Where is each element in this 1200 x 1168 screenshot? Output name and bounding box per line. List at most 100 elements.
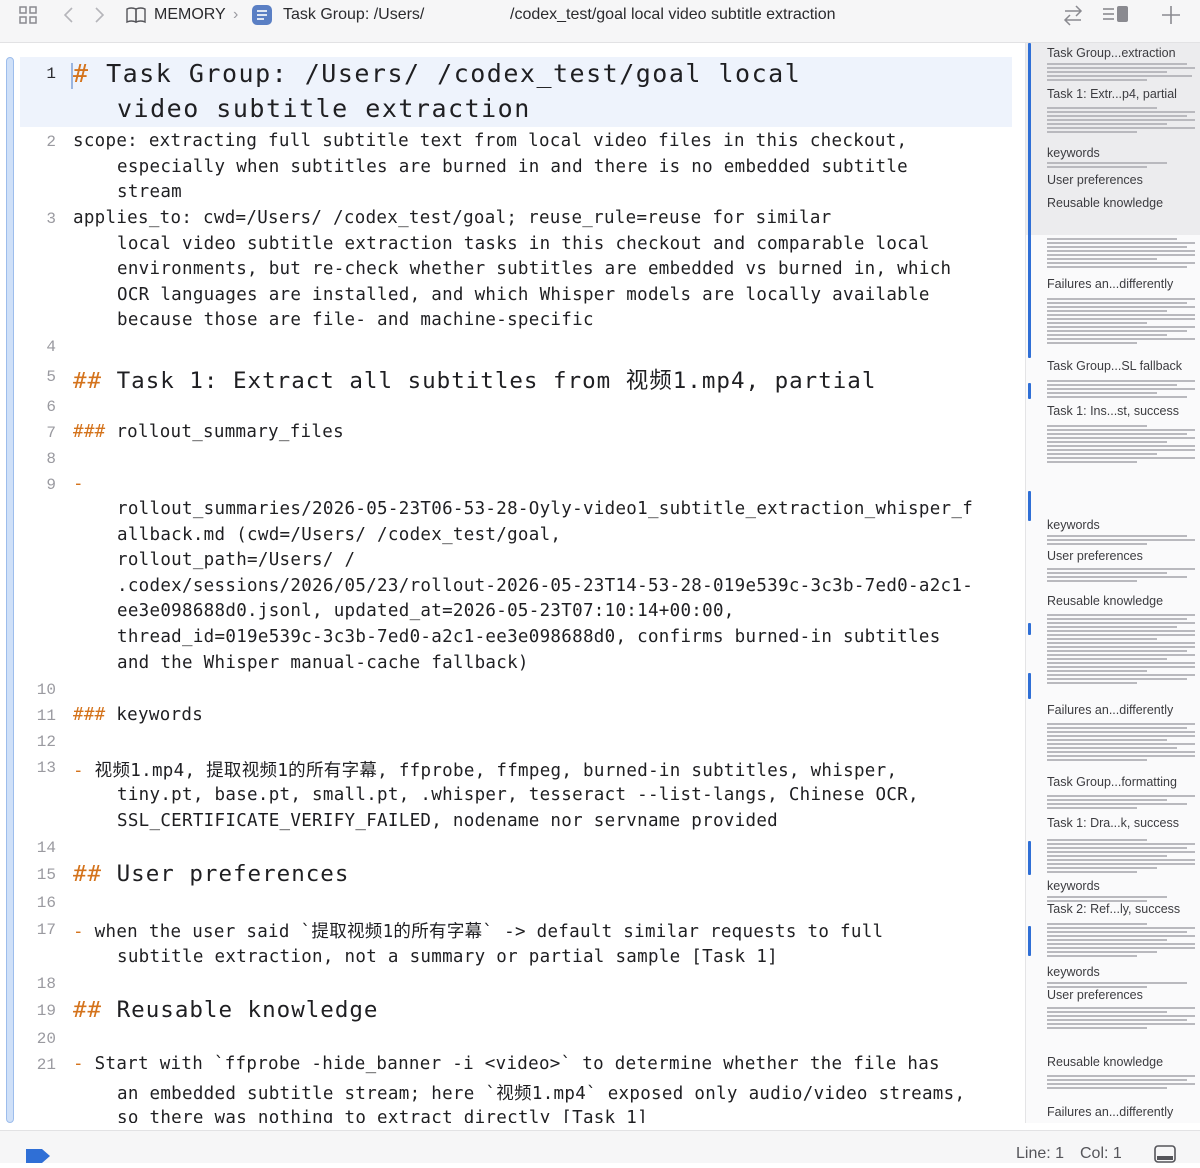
code-line-wrap[interactable]: local video subtitle extraction tasks in… (73, 234, 930, 254)
code-line-wrap[interactable]: because those are file- and machine-spec… (73, 310, 594, 330)
minimap-text-lines (1047, 1007, 1195, 1031)
code-line-bullet[interactable]: - when the user said `提取视频1的所有字幕` -> def… (73, 918, 883, 943)
minimap-change-marker (1028, 491, 1031, 521)
code-line-wrap[interactable]: especially when subtitles are burned in … (73, 157, 908, 177)
minimap-section[interactable]: Task Group...extraction (1047, 46, 1176, 60)
code-line-wrap[interactable]: subtitle extraction, not a summary or pa… (73, 947, 778, 967)
breadcrumb-file-suffix[interactable]: /codex_test/goal local video subtitle ex… (510, 0, 836, 30)
minimap-change-marker (1028, 926, 1031, 956)
code-line[interactable]: scope: extracting full subtitle text fro… (73, 131, 907, 151)
minimap-text-lines (1047, 923, 1195, 959)
minimap-section[interactable]: Failures an...differently (1047, 277, 1173, 291)
minimap-section[interactable]: Task 2: Ref...ly, success (1047, 902, 1180, 916)
code-line-wrap[interactable]: rollout_summaries/2026-05-23T06-53-28-Oy… (73, 499, 973, 519)
list-layout-icon[interactable] (1102, 4, 1130, 30)
code-line-heading[interactable]: ### keywords (73, 705, 203, 725)
minimap-change-marker (1028, 673, 1031, 699)
line-number: 10 (36, 681, 56, 699)
line-number: 3 (46, 210, 56, 228)
swap-arrows-icon[interactable] (1062, 3, 1084, 31)
line-number: 12 (36, 733, 56, 751)
heading-marker: ## (73, 997, 103, 1023)
minimap-section[interactable]: keywords (1047, 879, 1100, 893)
minimap-section[interactable]: Task 1: Ins...st, success (1047, 404, 1179, 418)
chevron-left-icon[interactable] (62, 5, 76, 29)
tag-icon[interactable] (24, 1147, 52, 1168)
minimap-section[interactable]: keywords (1047, 518, 1100, 532)
minimap-section[interactable]: keywords (1047, 146, 1100, 160)
code-line-wrap[interactable]: thread_id=019e539c-3c3b-7ed0-a2c1-ee3e09… (73, 627, 941, 647)
minimap-section[interactable]: Task 1: Dra...k, success (1047, 816, 1179, 830)
panel-toggle-icon[interactable] (1154, 1145, 1176, 1168)
code-line-heading[interactable]: ## Reusable knowledge (73, 997, 378, 1023)
code-line-wrap[interactable]: .codex/sessions/2026/05/23/rollout-2026-… (73, 576, 973, 596)
code-line-wrap[interactable]: stream (73, 182, 182, 202)
code-line-bullet[interactable]: - 视频1.mp4, 提取视频1的所有字幕, ffprobe, ffmpeg, … (73, 757, 897, 782)
minimap-text-lines (1047, 839, 1195, 875)
breadcrumb-root[interactable]: MEMORY (154, 0, 226, 30)
heading-marker: ## (73, 368, 103, 394)
minimap-text-lines (1047, 723, 1195, 763)
code-line-wrap[interactable]: an embedded subtitle stream; here `视频1.m… (73, 1080, 965, 1105)
code-line-wrap[interactable]: rollout_path=/Users/ / (73, 550, 355, 570)
chevron-right-icon[interactable] (92, 5, 106, 29)
line-number: 15 (36, 866, 56, 884)
minimap-text-lines (1047, 107, 1195, 135)
heading-text: User preferences (102, 861, 350, 887)
code-line-heading[interactable]: ## User preferences (73, 861, 349, 887)
line-number: 17 (36, 921, 56, 939)
line-number: 8 (46, 450, 56, 468)
minimap-change-marker (1028, 841, 1031, 875)
code-line-wrap[interactable]: environments, but re-check whether subti… (73, 259, 951, 279)
minimap-section[interactable]: Reusable knowledge (1047, 196, 1163, 210)
minimap-text-lines (1047, 298, 1195, 346)
minimap-section[interactable]: Failures an...differently (1047, 703, 1173, 717)
minimap-section[interactable]: Task Group...formatting (1047, 775, 1177, 789)
column-indicator[interactable]: Col: 1 (1080, 1145, 1122, 1163)
code-line-wrap[interactable]: SSL_CERTIFICATE_VERIFY_FAILED, nodename … (73, 811, 778, 831)
minimap-section[interactable]: Task 1: Extr...p4, partial (1047, 87, 1177, 101)
minimap-section[interactable]: User preferences (1047, 549, 1143, 563)
minimap-text-lines (1047, 535, 1195, 547)
code-line-wrap[interactable]: and the Whisper manual-cache fallback) (73, 653, 529, 673)
minimap-section[interactable]: User preferences (1047, 173, 1143, 187)
line-number: 1 (46, 65, 56, 83)
minimap-section[interactable]: User preferences (1047, 988, 1143, 1002)
minimap-section[interactable]: Task Group...SL fallback (1047, 359, 1182, 373)
grid-icon[interactable] (18, 5, 38, 29)
minimap-change-marker (1028, 623, 1031, 635)
code-line-wrap[interactable]: OCR languages are installed, and which W… (73, 285, 930, 305)
code-line-wrap[interactable]: allback.md (cwd=/Users/ /codex_test/goal… (73, 525, 561, 545)
minimap-text-lines (1047, 380, 1195, 400)
line-number: 20 (36, 1030, 56, 1048)
code-line-wrap[interactable]: so there was nothing to extract directly… (73, 1108, 648, 1123)
code-line-wrap[interactable]: video subtitle extraction (73, 94, 531, 123)
markdown-editor[interactable]: 1 # Task Group: /Users/ /codex_test/goal… (0, 43, 1022, 1123)
minimap-section[interactable]: Reusable knowledge (1047, 594, 1163, 608)
minimap-change-marker (1028, 383, 1031, 399)
code-line-bullet[interactable]: - (73, 474, 84, 494)
heading-text: Task Group: /Users/ /codex_test/goal loc… (89, 59, 802, 88)
plus-icon[interactable] (1160, 4, 1182, 30)
line-number: 5 (46, 368, 56, 386)
code-line-bullet[interactable]: - Start with `ffprobe -hide_banner -i <v… (73, 1054, 940, 1074)
code-line-wrap[interactable]: tiny.pt, base.pt, small.pt, .whisper, te… (73, 785, 919, 805)
line-indicator[interactable]: Line: 1 (1016, 1145, 1064, 1163)
minimap[interactable]: Task Group...extraction Task 1: Extr...p… (1025, 43, 1200, 1123)
code-line-heading[interactable]: # Task Group: /Users/ /codex_test/goal l… (73, 59, 801, 88)
minimap-section[interactable]: keywords (1047, 965, 1100, 979)
minimap-text-lines (1047, 614, 1195, 686)
minimap-text-lines (1047, 1075, 1195, 1091)
minimap-section[interactable]: Reusable knowledge (1047, 1055, 1163, 1069)
minimap-section[interactable]: Failures an...differently (1047, 1105, 1173, 1119)
breadcrumb-file[interactable]: Task Group: /Users/ (283, 0, 424, 30)
code-line[interactable]: applies_to: cwd=/Users/ /codex_test/goal… (73, 208, 832, 228)
line-number: 18 (36, 975, 56, 993)
code-line-heading[interactable]: ### rollout_summary_files (73, 422, 344, 442)
code-line-wrap[interactable]: ee3e098688d0.jsonl, updated_at=2026-05-2… (73, 601, 735, 621)
line-number: 11 (36, 707, 56, 725)
line-number: 16 (36, 894, 56, 912)
heading-marker: # (73, 59, 90, 88)
heading-text: Task 1: Extract all subtitles from 视频1.m… (102, 368, 877, 394)
code-line-heading[interactable]: ## Task 1: Extract all subtitles from 视频… (73, 363, 876, 395)
